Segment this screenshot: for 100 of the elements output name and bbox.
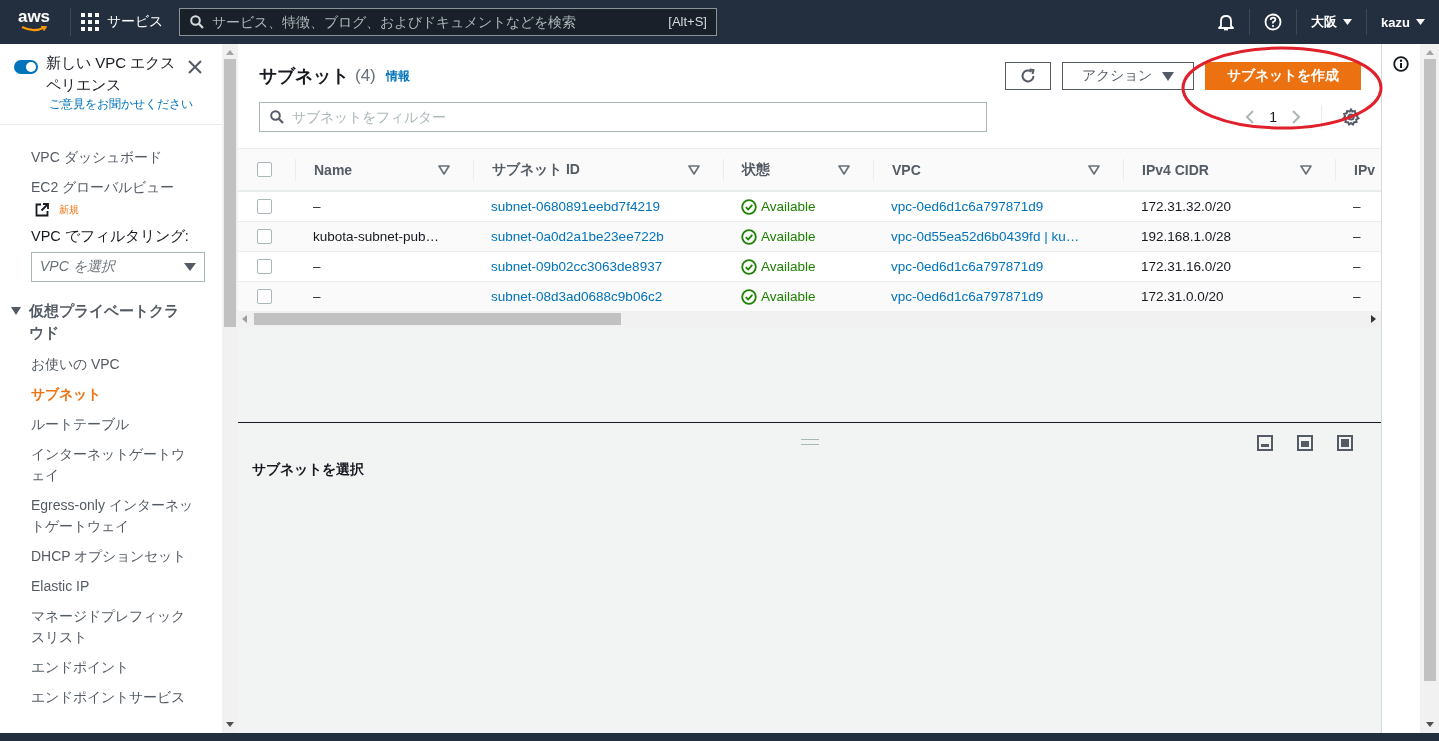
sidebar-link[interactable]: インターネットゲートウェイ (31, 440, 196, 491)
column-header[interactable]: Name (314, 161, 353, 178)
vpc-link[interactable]: vpc-0ed6d1c6a797871d9 (891, 289, 1044, 304)
sort-icon[interactable] (1300, 164, 1312, 175)
table-cell: kubota-subnet-pub… (313, 229, 440, 244)
column-header[interactable]: IPv (1354, 161, 1375, 178)
vpc-link[interactable]: vpc-0ed6d1c6a797871d9 (891, 259, 1044, 274)
table-cell: – (1353, 199, 1361, 214)
sidebar-link[interactable]: マネージドプレフィックスリスト (31, 602, 196, 653)
actions-button[interactable]: アクション (1062, 62, 1194, 90)
item-count: (4) (355, 66, 376, 86)
info-link[interactable]: 情報 (385, 67, 410, 85)
horizontal-scrollbar[interactable] (238, 311, 1381, 327)
table-cell: 172.31.32.0/20 (1141, 199, 1232, 214)
subnet-link[interactable]: subnet-09b02cc3063de8937 (491, 259, 663, 274)
status-label: Available (741, 198, 816, 215)
filter-field[interactable]: サブネットをフィルター (259, 102, 987, 132)
status-label: Available (741, 228, 816, 245)
info-icon[interactable] (1393, 56, 1409, 72)
caret-icon (1162, 71, 1174, 81)
sidebar-link[interactable]: DHCP オプションセット (31, 542, 196, 572)
column-header[interactable]: サブネット ID (492, 160, 580, 179)
sort-icon[interactable] (838, 164, 850, 175)
experience-label: 新しい VPC エクスペリエンス (46, 53, 177, 95)
panel-full-icon[interactable] (1337, 435, 1353, 451)
check-circle-icon (741, 288, 757, 305)
user-menu[interactable]: kazu (1381, 14, 1425, 30)
status-label: Available (741, 288, 816, 305)
panel-middle-icon[interactable] (1297, 435, 1313, 451)
row-checkbox[interactable] (257, 289, 272, 304)
services-menu-button[interactable]: サービス (81, 13, 173, 31)
sidebar-link[interactable]: VPC ダッシュボード (31, 143, 196, 173)
aws-logo-text: aws (17, 8, 51, 25)
feedback-link[interactable]: ご意見をお聞かせください (49, 96, 222, 113)
search-icon (270, 110, 284, 124)
check-circle-icon (741, 198, 757, 215)
table-cell: 192.168.1.0/28 (1141, 229, 1232, 244)
scroll-right-icon[interactable] (1371, 315, 1377, 323)
scroll-down-icon[interactable] (1425, 722, 1434, 727)
new-label: 新規 (59, 203, 79, 217)
scrollbar-thumb[interactable] (1423, 59, 1436, 681)
search-icon (190, 15, 204, 29)
toggle-switch[interactable] (14, 60, 38, 74)
table-cell: 172.31.16.0/20 (1141, 259, 1232, 274)
filter-label: VPC でフィルタリング: (31, 227, 190, 246)
sort-icon[interactable] (438, 164, 450, 175)
sidebar-link[interactable]: Egress-only インターネットゲートウェイ (31, 491, 196, 542)
subnet-link[interactable]: subnet-0a0d2a1be23ee722b (491, 229, 664, 244)
sidebar-link[interactable]: EC2 グローバルビュー (31, 173, 196, 203)
column-header[interactable]: VPC (892, 161, 921, 178)
sidebar-link[interactable]: エンドポイントサービス (31, 683, 196, 713)
subnet-link[interactable]: subnet-0680891eebd7f4219 (491, 199, 660, 214)
column-header[interactable]: 状態 (742, 160, 770, 179)
table-cell: – (313, 289, 321, 304)
sidebar-link[interactable]: エンドポイント (31, 653, 196, 683)
grid-icon (81, 13, 99, 31)
region-menu[interactable]: 大阪 (1311, 13, 1353, 31)
scrollbar-thumb[interactable] (224, 59, 236, 327)
sort-icon[interactable] (1088, 164, 1100, 175)
caret-icon (184, 263, 196, 271)
vpc-select[interactable]: VPC を選択 (31, 252, 205, 282)
shortcut-hint: [Alt+S] (668, 14, 707, 29)
select-all-checkbox[interactable] (257, 162, 272, 177)
row-checkbox[interactable] (257, 229, 272, 244)
check-circle-icon (741, 228, 757, 245)
sidebar-link[interactable]: ルートテーブル (31, 410, 196, 440)
row-checkbox[interactable] (257, 259, 272, 274)
page-number[interactable]: 1 (1269, 109, 1277, 125)
sidebar-link[interactable]: お使いの VPC (31, 350, 196, 380)
page-title: サブネット (259, 65, 349, 88)
section-header[interactable]: 仮想プライベートクラウド (11, 300, 222, 344)
refresh-button[interactable] (1005, 62, 1051, 90)
table-cell: – (1353, 289, 1361, 304)
column-header[interactable]: IPv4 CIDR (1142, 161, 1209, 178)
split-panel-message: サブネットを選択 (252, 461, 365, 479)
sort-icon[interactable] (688, 164, 700, 175)
scrollbar-thumb[interactable] (254, 313, 621, 325)
row-checkbox[interactable] (257, 199, 272, 214)
panel-bottom-icon[interactable] (1257, 435, 1273, 451)
vpc-link[interactable]: vpc-0d55ea52d6b0439fd | ku… (891, 229, 1080, 244)
refresh-icon (1019, 67, 1037, 85)
smile-arrow-icon (21, 25, 47, 32)
vpc-link[interactable]: vpc-0ed6d1c6a797871d9 (891, 199, 1044, 214)
caret-icon (1343, 19, 1353, 25)
table-cell: – (313, 259, 321, 274)
settings-icon[interactable] (1342, 108, 1360, 126)
external-link-icon (35, 203, 49, 217)
table-cell: – (1353, 229, 1361, 244)
table-cell: – (1353, 259, 1361, 274)
status-label: Available (741, 258, 816, 275)
help-icon[interactable] (1264, 13, 1283, 31)
table-cell: 172.31.0.0/20 (1141, 289, 1224, 304)
sidebar-link[interactable]: Elastic IP (31, 572, 196, 602)
close-icon[interactable] (188, 60, 202, 74)
caret-icon (11, 307, 21, 315)
subnet-link[interactable]: subnet-08d3ad0688c9b06c2 (491, 289, 663, 304)
bell-icon[interactable] (1217, 13, 1236, 31)
caret-icon (1416, 19, 1425, 25)
table-cell: – (313, 199, 321, 214)
check-circle-icon (741, 258, 757, 275)
